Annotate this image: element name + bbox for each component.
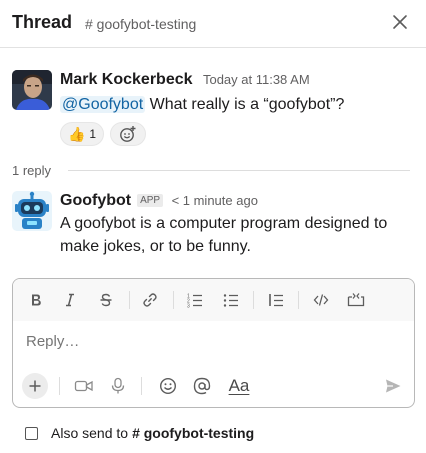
also-send-label: Also send to	[51, 425, 129, 441]
thread-title: Thread	[12, 12, 73, 32]
svg-text:3: 3	[187, 304, 190, 309]
toolbar-divider	[59, 377, 60, 395]
reply-input[interactable]	[26, 333, 386, 350]
microphone-icon[interactable]	[105, 373, 131, 399]
bold-icon[interactable]	[26, 290, 46, 310]
formatting-toolbar: 123	[13, 279, 414, 321]
link-icon[interactable]	[140, 290, 160, 310]
bulleted-list-icon[interactable]	[221, 290, 241, 310]
author-name[interactable]: Goofybot	[60, 192, 131, 209]
thread-header: Thread # goofybot-testing	[0, 0, 426, 48]
send-icon[interactable]	[380, 373, 406, 399]
toolbar-divider	[129, 291, 130, 309]
message-text: @Goofybot What really is a “goofybot”?	[60, 93, 344, 116]
message-composer: 123 Aa	[12, 278, 415, 408]
also-send-checkbox[interactable]	[25, 426, 38, 440]
reply-message: Goofybot APP < 1 minute ago A goofybot is…	[12, 191, 416, 261]
strikethrough-icon[interactable]	[96, 290, 116, 310]
author-name[interactable]: Mark Kockerbeck	[60, 71, 193, 88]
user-mention[interactable]: @Goofybot	[60, 96, 146, 113]
code-block-icon[interactable]	[346, 290, 366, 310]
divider	[68, 170, 410, 171]
add-attachment-button[interactable]	[22, 373, 48, 399]
toolbar-divider	[253, 291, 254, 309]
message-timestamp[interactable]: < 1 minute ago	[172, 193, 258, 208]
thread-channel-name[interactable]: # goofybot-testing	[85, 16, 196, 32]
also-send-to-channel[interactable]: Also send to # goofybot-testing	[25, 424, 254, 442]
toolbar-divider	[298, 291, 299, 309]
emoji-icon[interactable]	[155, 373, 181, 399]
parent-message: Mark Kockerbeck Today at 11:38 AM @Goofy…	[12, 70, 416, 150]
code-icon[interactable]	[311, 290, 331, 310]
plus-icon	[29, 380, 41, 392]
also-send-channel: # goofybot-testing	[132, 425, 255, 441]
message-body: What really is a “goofybot”?	[145, 96, 345, 113]
avatar[interactable]	[12, 70, 52, 110]
mention-icon[interactable]	[189, 373, 215, 399]
message-timestamp[interactable]: Today at 11:38 AM	[203, 72, 310, 87]
blockquote-icon[interactable]	[266, 290, 286, 310]
text-format-button[interactable]: Aa	[224, 373, 254, 399]
message-text: A goofybot is a computer program designe…	[60, 215, 388, 255]
video-clip-icon[interactable]	[71, 373, 97, 399]
reaction-count: 1	[89, 127, 97, 141]
add-reaction-icon	[120, 126, 136, 142]
message-author[interactable]: Goofybot APP < 1 minute ago	[60, 192, 258, 210]
message-author[interactable]: Mark Kockerbeck Today at 11:38 AM	[60, 71, 310, 89]
app-badge: APP	[137, 194, 164, 207]
ordered-list-icon[interactable]: 123	[185, 290, 205, 310]
format-label: Aa	[228, 376, 250, 395]
toolbar-divider	[173, 291, 174, 309]
bot-avatar[interactable]	[12, 191, 52, 231]
close-icon[interactable]	[390, 12, 410, 32]
toolbar-divider	[141, 377, 142, 395]
reply-count: 1 reply	[12, 163, 52, 178]
thumbs-up-icon: 👍	[67, 125, 86, 142]
add-reaction-button[interactable]	[110, 122, 146, 146]
italic-icon[interactable]	[60, 290, 80, 310]
reaction-thumbs-up[interactable]: 👍 1	[60, 122, 104, 146]
